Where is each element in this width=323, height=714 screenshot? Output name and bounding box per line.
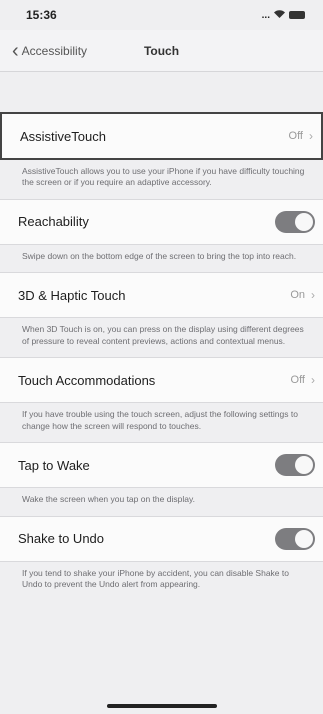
status-icons: ... [262,10,305,21]
shake-to-undo-row: Shake to Undo [0,517,323,561]
touch-accommodations-row[interactable]: Touch Accommodations Off › [0,358,323,402]
assistive-touch-row[interactable]: AssistiveTouch Off › [2,114,321,158]
wifi-icon [274,9,285,21]
touch-accommodations-label: Touch Accommodations [18,372,156,388]
signal-icon: ... [261,9,270,21]
shake-to-undo-toggle[interactable] [275,527,315,550]
haptic-touch-group: 3D & Haptic Touch On › [0,272,323,319]
touch-accommodations-group: Touch Accommodations Off › [0,357,323,404]
reachability-row: Reachability [0,200,323,244]
chevron-left-icon: ‹ [12,39,19,62]
navigation-bar: ‹ Accessibility Touch [0,30,323,72]
status-bar: 15:36 ... [0,0,323,30]
back-label: Accessibility [21,43,88,58]
toggle-knob [295,212,313,231]
haptic-touch-footer: When 3D Touch is on, you can press on th… [22,324,304,346]
tap-to-wake-row: Tap to Wake [0,443,323,487]
shake-to-undo-group: Shake to Undo [0,515,323,562]
haptic-touch-row[interactable]: 3D & Haptic Touch On › [0,273,323,317]
touch-accommodations-value: Off [290,374,305,387]
tap-to-wake-toggle[interactable] [275,454,315,477]
assistive-touch-footer: AssistiveTouch allows you to use your iP… [22,166,305,188]
toggle-knob [295,529,313,548]
battery-icon [289,11,305,19]
tap-to-wake-label: Tap to Wake [18,457,90,473]
assistive-touch-group: AssistiveTouch Off › [0,112,323,160]
shake-to-undo-label: Shake to Undo [18,531,105,547]
assistive-touch-label: AssistiveTouch [20,128,106,144]
touch-accommodations-footer: If you have trouble using the touch scre… [22,409,298,431]
home-indicator[interactable] [106,704,217,708]
assistive-touch-value: Off [288,130,303,142]
back-button[interactable]: ‹ Accessibility [0,41,87,61]
tap-to-wake-group: Tap to Wake [0,442,323,489]
tap-to-wake-footer: Wake the screen when you tap on the disp… [22,494,195,505]
status-time: 15:36 [26,8,57,22]
reachability-label: Reachability [18,214,89,230]
haptic-touch-value: On [290,289,305,302]
haptic-touch-label: 3D & Haptic Touch [18,287,126,303]
chevron-right-icon: › [311,373,315,388]
chevron-right-icon: › [309,129,313,143]
reachability-toggle[interactable] [275,210,315,233]
shake-to-undo-footer: If you tend to shake your iPhone by acci… [22,567,289,590]
reachability-footer: Swipe down on the bottom edge of the scr… [22,250,297,261]
reachability-group: Reachability [0,198,323,245]
chevron-right-icon: › [311,288,315,303]
toggle-knob [295,456,313,475]
